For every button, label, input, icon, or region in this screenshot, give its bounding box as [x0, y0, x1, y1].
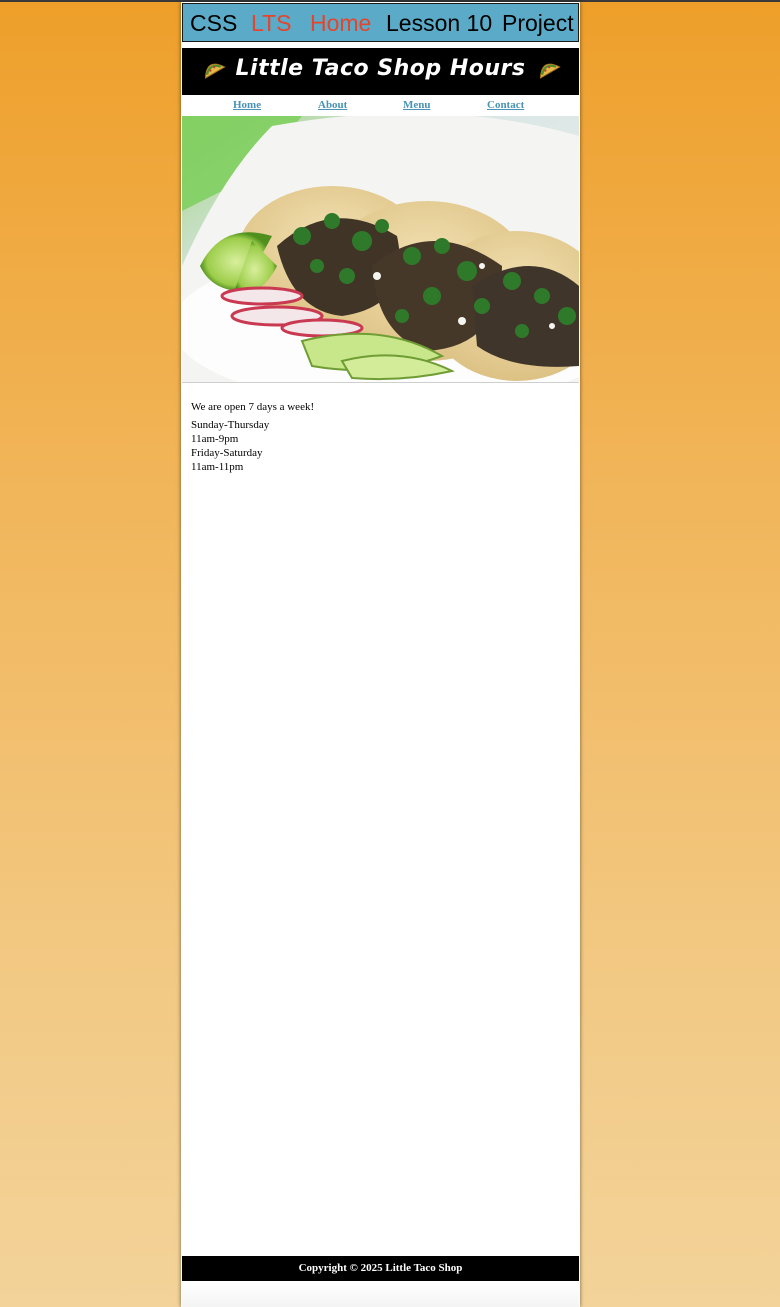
nav-link-home[interactable]: Home	[233, 99, 261, 111]
site-header: Little Taco Shop Hours	[182, 48, 579, 95]
hours-content: We are open 7 days a week! Sunday-Thursd…	[191, 400, 561, 474]
tacos-photo	[182, 116, 579, 382]
hours-time-weekend: 11am-11pm	[191, 461, 244, 473]
nav-link-about[interactable]: About	[318, 99, 347, 111]
lesson-banner: CSS LTS Home Lesson 10 Project	[182, 3, 579, 42]
footer-spacer	[182, 1281, 579, 1307]
main-nav: Home About Menu Contact	[182, 95, 579, 115]
hours-days-weekday: Sunday-Thursday	[191, 419, 270, 431]
copyright-text: Copyright © 2025 Little Taco Shop	[298, 1262, 463, 1274]
banner-home-text: Home	[310, 10, 372, 36]
taco-icon	[204, 63, 226, 79]
hours-time-weekday: 11am-9pm	[191, 433, 239, 445]
hours-days-weekend: Friday-Saturday	[191, 447, 263, 459]
banner-project-text: Project	[502, 10, 574, 36]
hours-intro: We are open 7 days a week!	[191, 401, 315, 413]
banner-lesson-text: Lesson 10	[386, 10, 493, 36]
banner-lts-text: LTS	[251, 10, 292, 36]
hero-image	[182, 116, 579, 383]
page-title: Little Taco Shop Hours	[235, 56, 526, 81]
nav-link-menu[interactable]: Menu	[403, 99, 431, 111]
nav-link-contact[interactable]: Contact	[487, 99, 524, 111]
page-container: CSS LTS Home Lesson 10 Project Little Ta…	[181, 2, 580, 1307]
site-footer: Copyright © 2025 Little Taco Shop	[182, 1256, 579, 1281]
banner-css-text: CSS	[190, 10, 238, 36]
taco-icon	[540, 63, 562, 79]
